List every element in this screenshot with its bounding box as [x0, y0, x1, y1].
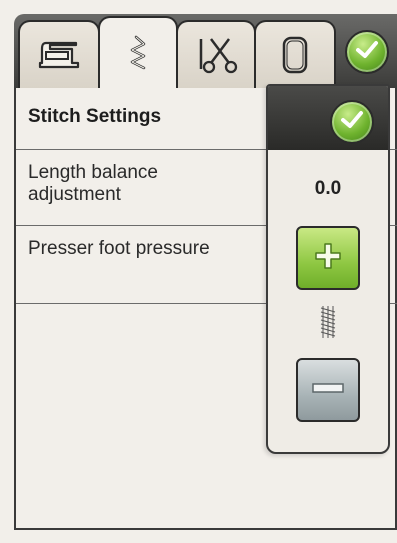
hoop-icon — [280, 35, 310, 75]
minus-icon — [311, 381, 345, 399]
tab-stitch[interactable] — [98, 16, 178, 90]
increase-button[interactable] — [296, 226, 360, 290]
panel-title: Stitch Settings — [28, 106, 162, 127]
sewing-machine-icon — [36, 39, 82, 71]
popup-confirm-button[interactable] — [330, 100, 374, 144]
tab-bar — [14, 14, 397, 90]
popup-header — [268, 86, 388, 150]
scissors-needle-icon — [193, 35, 239, 75]
screen: Stitch Settings Length balance adjustmen… — [0, 0, 397, 543]
tab-sewing-machine[interactable] — [18, 20, 100, 88]
tab-embroidery[interactable] — [254, 20, 336, 88]
plus-icon — [313, 241, 343, 276]
confirm-tab[interactable] — [340, 22, 394, 82]
setting-label: Length balance adjustment — [28, 162, 158, 205]
decrease-button[interactable] — [296, 358, 360, 422]
tab-tools[interactable] — [176, 20, 256, 88]
confirm-button[interactable] — [345, 30, 389, 74]
value-adjust-popup: 0.0 — [266, 84, 390, 454]
stitch-density-icon — [319, 304, 337, 345]
adjust-value: 0.0 — [314, 178, 342, 199]
setting-label: Presser foot pressure — [28, 238, 210, 259]
checkmark-icon — [340, 110, 364, 135]
stitch-zigzag-icon — [126, 35, 150, 73]
checkmark-icon — [355, 40, 379, 65]
